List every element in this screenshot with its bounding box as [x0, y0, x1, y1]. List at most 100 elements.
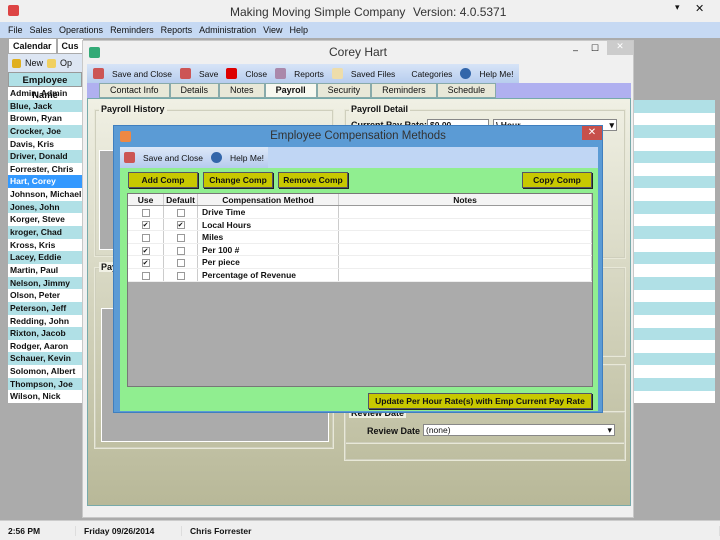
- default-cell: [164, 256, 198, 268]
- open-button[interactable]: Op: [60, 58, 72, 68]
- tab-notes[interactable]: Notes: [219, 83, 265, 98]
- reports-button[interactable]: Reports: [294, 69, 324, 79]
- menu-view[interactable]: View: [263, 25, 282, 35]
- employee-row[interactable]: Hart, Corey: [8, 175, 82, 189]
- employee-row[interactable]: Thompson, Joe: [8, 377, 82, 391]
- saved-files-button[interactable]: Saved Files: [351, 69, 395, 79]
- tab-details[interactable]: Details: [169, 83, 220, 98]
- notes-cell[interactable]: [339, 218, 592, 231]
- change-comp-button[interactable]: Change Comp: [203, 172, 273, 188]
- default-checkbox[interactable]: ✔: [176, 221, 185, 230]
- add-comp-button[interactable]: Add Comp: [128, 172, 198, 188]
- new-button[interactable]: New: [25, 58, 43, 68]
- employee-row[interactable]: Blue, Jack: [8, 99, 82, 113]
- default-checkbox[interactable]: [176, 208, 185, 217]
- tab-reminders[interactable]: Reminders: [371, 83, 437, 98]
- minimize-icon[interactable]: –: [573, 45, 578, 55]
- menu-operations[interactable]: Operations: [59, 25, 103, 35]
- use-checkbox[interactable]: ✔: [141, 221, 150, 230]
- tab-contact-info[interactable]: Contact Info: [99, 83, 170, 98]
- menu-file[interactable]: File: [8, 25, 23, 35]
- employee-row[interactable]: Olson, Peter: [8, 289, 82, 302]
- employee-row[interactable]: Driver, Donald: [8, 150, 82, 163]
- notes-cell[interactable]: [339, 268, 592, 281]
- tab-schedule[interactable]: Schedule: [436, 83, 497, 98]
- employee-row[interactable]: Brown, Ryan: [8, 112, 82, 125]
- use-checkbox[interactable]: ✔: [141, 246, 150, 255]
- default-cell: [164, 231, 198, 243]
- notes-cell[interactable]: [339, 243, 592, 256]
- tab-security[interactable]: Security: [316, 83, 372, 98]
- use-checkbox[interactable]: ✔: [141, 259, 150, 268]
- help-button[interactable]: Help Me!: [479, 69, 513, 79]
- compensation-row[interactable]: Drive Time: [128, 206, 592, 219]
- payroll-detail-label: Payroll Detail: [349, 104, 411, 114]
- tab-calendar[interactable]: Calendar: [8, 38, 57, 54]
- employee-row[interactable]: Redding, John: [8, 314, 82, 328]
- save-button[interactable]: Save: [199, 69, 218, 79]
- employee-row[interactable]: Jones, John: [8, 200, 82, 214]
- close-button[interactable]: Close: [245, 69, 267, 79]
- copy-comp-button[interactable]: Copy Comp: [522, 172, 592, 188]
- employee-name-header[interactable]: Employee Name: [8, 72, 82, 101]
- background-row: [634, 201, 715, 214]
- employee-row[interactable]: Wilson, Nick: [8, 390, 82, 404]
- default-checkbox[interactable]: [176, 233, 185, 242]
- employee-row[interactable]: Kross, Kris: [8, 238, 82, 252]
- window-close-icon[interactable]: ✕: [607, 41, 633, 55]
- employee-row[interactable]: Korger, Steve: [8, 213, 82, 227]
- default-checkbox[interactable]: [176, 271, 185, 280]
- employee-row[interactable]: Davis, Kris: [8, 137, 82, 151]
- column-use[interactable]: Use: [128, 194, 164, 205]
- employee-toolbar: Save and Close Save Close Reports Saved …: [87, 64, 520, 83]
- review-date-select[interactable]: (none): [423, 424, 615, 436]
- menu-sales[interactable]: Sales: [30, 25, 53, 35]
- categories-button[interactable]: Categories: [411, 69, 452, 79]
- dropdown-icon[interactable]: ▾: [675, 2, 680, 13]
- tab-customers[interactable]: Cus: [56, 38, 84, 54]
- employee-row[interactable]: Solomon, Albert: [8, 365, 82, 378]
- save-close-button[interactable]: Save and Close: [112, 69, 172, 79]
- menu-help[interactable]: Help: [289, 25, 308, 35]
- employee-row[interactable]: Admin, Admin: [8, 87, 82, 100]
- notes-cell[interactable]: [339, 256, 592, 268]
- employee-row[interactable]: Martin, Paul: [8, 263, 82, 277]
- use-checkbox[interactable]: [141, 271, 150, 280]
- dialog-save-close-button[interactable]: Save and Close: [143, 153, 203, 163]
- employee-row[interactable]: Forrester, Chris: [8, 162, 82, 176]
- close-icon[interactable]: ✕: [695, 2, 704, 15]
- column-notes[interactable]: Notes: [339, 194, 592, 205]
- tab-payroll[interactable]: Payroll: [264, 83, 317, 98]
- employee-row[interactable]: Crocker, Joe: [8, 124, 82, 138]
- default-cell: ✔: [164, 218, 198, 231]
- use-checkbox[interactable]: [141, 208, 150, 217]
- update-pay-rate-button[interactable]: Update Per Hour Rate(s) with Emp Current…: [368, 393, 592, 409]
- compensation-row[interactable]: Miles: [128, 231, 592, 244]
- compensation-row[interactable]: ✔ Per piece: [128, 256, 592, 269]
- column-default[interactable]: Default: [164, 194, 198, 205]
- remove-comp-button[interactable]: Remove Comp: [278, 172, 348, 188]
- menu-reminders[interactable]: Reminders: [110, 25, 154, 35]
- column-method[interactable]: Compensation Method: [198, 194, 339, 205]
- notes-cell[interactable]: [339, 231, 592, 243]
- compensation-row[interactable]: ✔ Per 100 #: [128, 243, 592, 257]
- employee-row[interactable]: Johnson, Michael: [8, 188, 82, 201]
- menu-administration[interactable]: Administration: [199, 25, 256, 35]
- dialog-help-button[interactable]: Help Me!: [230, 153, 264, 163]
- dialog-close-button[interactable]: ✕: [582, 126, 602, 140]
- default-checkbox[interactable]: [176, 259, 185, 268]
- use-checkbox[interactable]: [141, 233, 150, 242]
- compensation-row[interactable]: ✔ ✔ Local Hours: [128, 218, 592, 232]
- notes-cell[interactable]: [339, 206, 592, 218]
- employee-row[interactable]: Nelson, Jimmy: [8, 276, 82, 290]
- employee-row[interactable]: Peterson, Jeff: [8, 301, 82, 315]
- compensation-row[interactable]: Percentage of Revenue: [128, 268, 592, 282]
- employee-row[interactable]: Rixton, Jacob: [8, 327, 82, 340]
- maximize-icon[interactable]: ☐: [591, 43, 599, 54]
- default-checkbox[interactable]: [176, 246, 185, 255]
- menu-reports[interactable]: Reports: [161, 25, 193, 35]
- employee-row[interactable]: Schauer, Kevin: [8, 352, 82, 366]
- employee-row[interactable]: Rodger, Aaron: [8, 339, 82, 353]
- employee-row[interactable]: Lacey, Eddie: [8, 251, 82, 264]
- employee-row[interactable]: kroger, Chad: [8, 226, 82, 239]
